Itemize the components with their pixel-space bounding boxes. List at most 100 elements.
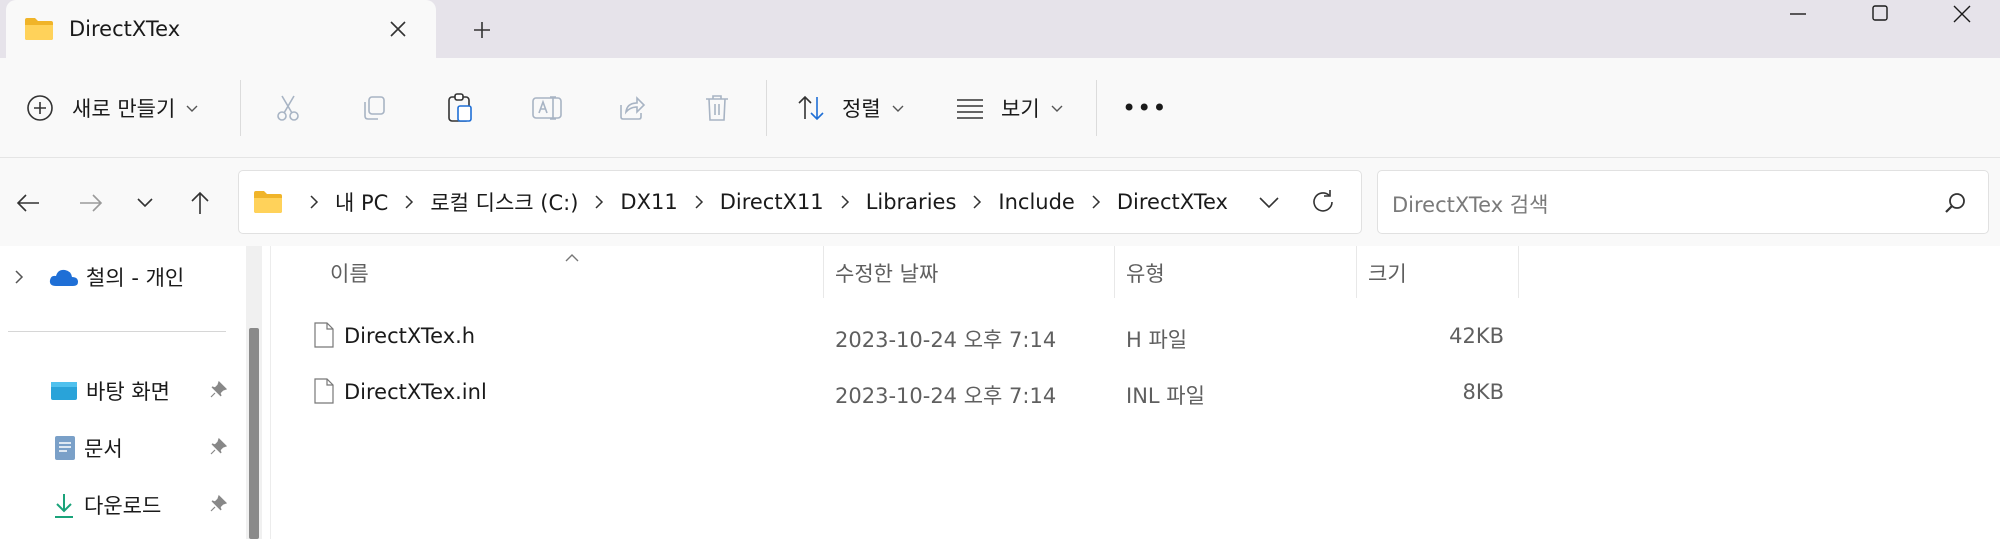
column-divider[interactable] bbox=[1356, 246, 1357, 298]
column-header-date[interactable]: 수정한 날짜 bbox=[835, 258, 938, 288]
plus-circle-icon bbox=[26, 94, 54, 122]
breadcrumb-item[interactable]: 로컬 디스크 (C:) bbox=[430, 187, 578, 217]
column-header-size[interactable]: 크기 bbox=[1368, 258, 1407, 288]
column-divider[interactable] bbox=[1114, 246, 1115, 298]
sort-arrows-icon bbox=[796, 94, 826, 122]
close-icon[interactable] bbox=[386, 17, 410, 41]
breadcrumb-item[interactable]: Include bbox=[998, 190, 1074, 214]
rename-button[interactable] bbox=[531, 58, 563, 158]
chevron-down-icon bbox=[185, 99, 199, 118]
divider bbox=[1096, 80, 1097, 136]
file-name: DirectXTex.inl bbox=[344, 380, 487, 404]
navigation-pane: 철의 - 개인 바탕 화면 문서 다운로드 bbox=[0, 246, 262, 539]
chevron-right-icon bbox=[309, 194, 319, 210]
breadcrumb-item[interactable]: DirectX11 bbox=[720, 190, 824, 214]
nav-onedrive-label: 철의 - 개인 bbox=[86, 266, 185, 290]
new-button[interactable]: 새로 만들기 bbox=[26, 58, 199, 158]
search-icon[interactable] bbox=[1943, 191, 1967, 219]
view-button[interactable]: 보기 bbox=[955, 58, 1064, 158]
window-close-button[interactable] bbox=[1922, 0, 2000, 32]
scissors-icon bbox=[273, 93, 303, 123]
expand-chevron-icon[interactable] bbox=[13, 268, 25, 290]
nav-item-label: 다운로드 bbox=[84, 494, 162, 518]
nav-item-onedrive[interactable]: 철의 - 개인 bbox=[48, 262, 184, 292]
column-divider[interactable] bbox=[1518, 246, 1519, 298]
more-icon: ••• bbox=[1122, 94, 1168, 122]
file-row[interactable]: DirectXTex.inl 2023-10-24 오후 7:14 INL 파일… bbox=[272, 364, 2000, 420]
divider bbox=[240, 80, 241, 136]
breadcrumb-item[interactable]: 내 PC bbox=[335, 187, 388, 217]
chevron-down-icon bbox=[891, 99, 905, 118]
paste-button[interactable] bbox=[445, 58, 475, 158]
search-input[interactable]: DirectXTex 검색 bbox=[1377, 170, 1989, 234]
command-bar: 새로 만들기 정렬 보기 ••• bbox=[0, 58, 2000, 158]
chevron-right-icon bbox=[594, 194, 604, 210]
address-row: 내 PC 로컬 디스크 (C:) DX11 DirectX11 Librarie… bbox=[0, 158, 2000, 246]
more-options-button[interactable]: ••• bbox=[1122, 58, 1167, 158]
nav-item-label: 바탕 화면 bbox=[86, 380, 170, 404]
file-date: 2023-10-24 오후 7:14 bbox=[835, 328, 1057, 352]
folder-icon bbox=[253, 190, 283, 214]
file-icon bbox=[314, 322, 334, 352]
nav-item-desktop[interactable]: 바탕 화면 bbox=[50, 376, 170, 406]
pin-icon[interactable] bbox=[210, 380, 228, 404]
up-arrow-icon[interactable] bbox=[183, 186, 217, 220]
copy-icon bbox=[359, 93, 389, 123]
breadcrumb-item[interactable]: DX11 bbox=[620, 190, 677, 214]
copy-button[interactable] bbox=[359, 58, 389, 158]
pin-icon[interactable] bbox=[210, 494, 228, 518]
cut-button[interactable] bbox=[273, 58, 303, 158]
search-placeholder: DirectXTex 검색 bbox=[1392, 193, 1549, 217]
download-arrow-icon bbox=[52, 491, 76, 519]
column-divider[interactable] bbox=[823, 246, 824, 298]
file-icon bbox=[314, 378, 334, 408]
onedrive-cloud-icon bbox=[48, 266, 80, 288]
divider bbox=[766, 80, 767, 136]
file-type: INL 파일 bbox=[1126, 384, 1205, 408]
new-tab-plus-icon[interactable] bbox=[470, 18, 494, 42]
sort-ascending-caret-icon bbox=[564, 248, 580, 267]
address-bar[interactable]: 내 PC 로컬 디스크 (C:) DX11 DirectX11 Librarie… bbox=[238, 170, 1362, 234]
pin-icon[interactable] bbox=[210, 437, 228, 461]
nav-scrollbar-thumb[interactable] bbox=[249, 328, 259, 539]
file-name: DirectXTex.h bbox=[344, 324, 476, 348]
column-header-name[interactable]: 이름 bbox=[330, 258, 369, 288]
list-view-icon bbox=[955, 96, 985, 120]
nav-item-downloads[interactable]: 다운로드 bbox=[52, 490, 161, 520]
chevron-right-icon bbox=[1091, 194, 1101, 210]
breadcrumb-item[interactable]: Libraries bbox=[866, 190, 957, 214]
chevron-right-icon bbox=[972, 194, 982, 210]
view-label: 보기 bbox=[1001, 97, 1040, 121]
file-size: 8KB bbox=[1462, 380, 1504, 404]
breadcrumb-item-current[interactable]: DirectXTex bbox=[1117, 190, 1228, 214]
delete-button[interactable] bbox=[703, 58, 731, 158]
nav-item-documents[interactable]: 문서 bbox=[54, 433, 123, 463]
file-date: 2023-10-24 오후 7:14 bbox=[835, 384, 1057, 408]
tab-directxtex[interactable]: DirectXTex bbox=[6, 0, 436, 58]
refresh-icon[interactable] bbox=[1309, 188, 1337, 220]
file-list: 이름 수정한 날짜 유형 크기 DirectXTex.h 2023-10-24 … bbox=[272, 246, 2000, 539]
pane-divider bbox=[270, 246, 271, 539]
chevron-down-icon bbox=[1050, 99, 1064, 118]
column-header-type[interactable]: 유형 bbox=[1126, 258, 1165, 288]
clipboard-icon bbox=[445, 92, 475, 124]
minimize-button[interactable] bbox=[1758, 0, 1838, 32]
chevron-right-icon bbox=[694, 194, 704, 210]
sort-label: 정렬 bbox=[842, 97, 881, 121]
desktop-icon bbox=[50, 380, 78, 402]
back-arrow-icon[interactable] bbox=[11, 186, 45, 220]
recent-locations-chevron-icon[interactable] bbox=[128, 186, 162, 220]
nav-item-label: 문서 bbox=[84, 437, 123, 461]
rename-icon bbox=[531, 93, 563, 123]
forward-arrow-icon[interactable] bbox=[74, 186, 108, 220]
file-row[interactable]: DirectXTex.h 2023-10-24 오후 7:14 H 파일 42K… bbox=[272, 308, 2000, 364]
address-history-chevron-icon[interactable] bbox=[1257, 190, 1281, 218]
chevron-right-icon bbox=[840, 194, 850, 210]
tab-title: DirectXTex bbox=[69, 17, 181, 41]
file-size: 42KB bbox=[1449, 324, 1504, 348]
breadcrumb: 내 PC 로컬 디스크 (C:) DX11 DirectX11 Librarie… bbox=[253, 171, 1228, 233]
share-button[interactable] bbox=[617, 58, 647, 158]
new-button-label: 새로 만들기 bbox=[72, 97, 176, 121]
maximize-button[interactable] bbox=[1840, 0, 1920, 32]
sort-button[interactable]: 정렬 bbox=[796, 58, 905, 158]
